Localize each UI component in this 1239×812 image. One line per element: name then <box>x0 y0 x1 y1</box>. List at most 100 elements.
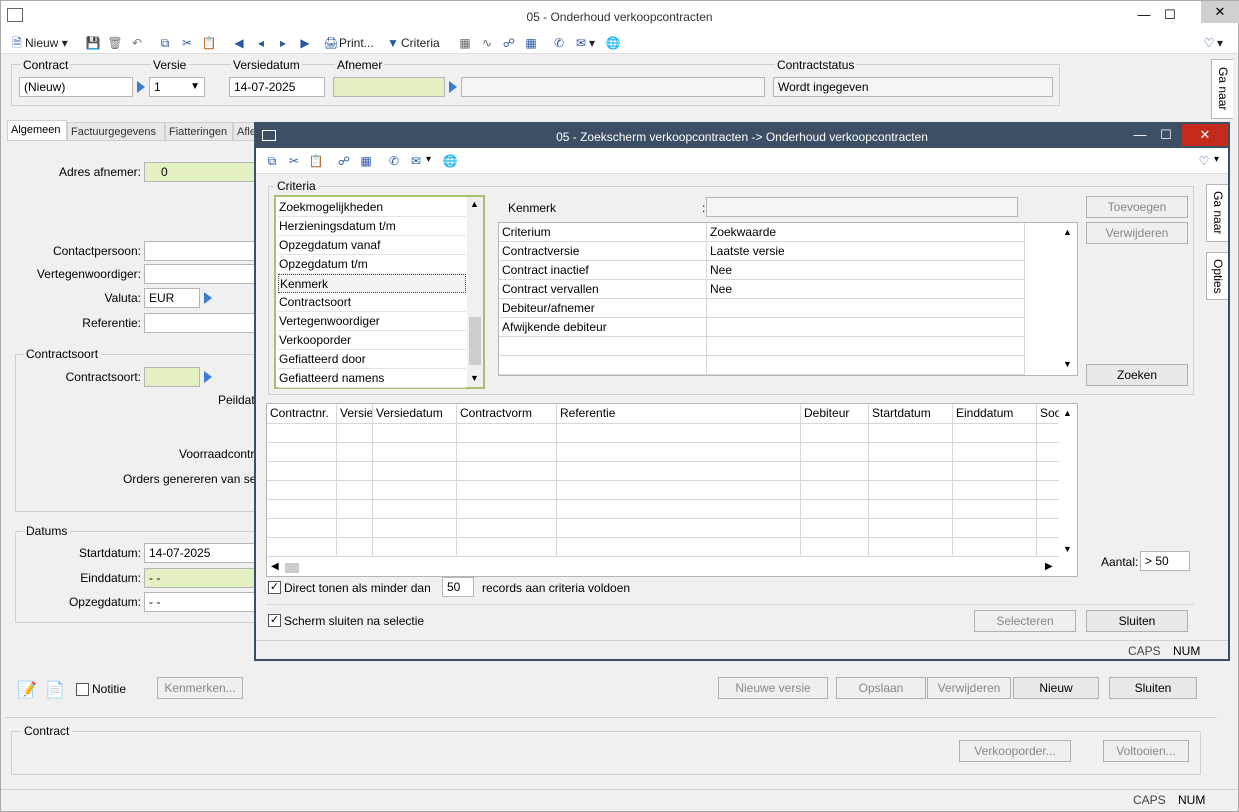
versie-select[interactable]: 1 ▼ <box>149 77 205 97</box>
criteria-list-item[interactable]: Verkooporder <box>278 331 466 350</box>
results-table-cell[interactable] <box>337 538 373 557</box>
results-table-cell[interactable] <box>953 538 1037 557</box>
results-table-cell[interactable] <box>337 519 373 538</box>
results-table-cell[interactable] <box>801 443 869 462</box>
results-table-cell[interactable] <box>801 519 869 538</box>
mail-button[interactable]: ✉ ▾ <box>573 34 595 52</box>
binoculars-button[interactable]: ☍ <box>501 34 517 52</box>
scroll-up-icon[interactable]: ▲ <box>470 199 479 209</box>
excel-button[interactable]: ▦ <box>457 34 473 52</box>
results-table-cell[interactable] <box>801 538 869 557</box>
einddatum-field[interactable]: - - <box>144 568 256 588</box>
kenmerk-field[interactable] <box>706 197 1018 217</box>
criteria-table-cell[interactable] <box>499 356 707 375</box>
save-toolbar-button[interactable]: 💾 <box>85 34 101 52</box>
criteria-list-item[interactable]: Vertegenwoordiger <box>278 312 466 331</box>
results-table-cell[interactable] <box>457 500 557 519</box>
tab-algemeen[interactable]: Algemeen <box>7 120 67 140</box>
dialog-side-tab-ga-naar[interactable]: Ga naar <box>1206 184 1228 242</box>
scherm-sluiten-checkbox[interactable]: ✓ <box>268 614 281 627</box>
results-table-cell[interactable] <box>801 462 869 481</box>
startdatum-field[interactable]: 14-07-2025 <box>144 543 256 563</box>
criteria-table-cell[interactable]: Contractversie <box>499 242 707 261</box>
grid-button[interactable]: ▦ <box>523 34 539 52</box>
contract-field[interactable]: (Nieuw) <box>19 77 133 97</box>
versiedatum-field[interactable]: 14-07-2025 <box>229 77 325 97</box>
scroll-down-icon[interactable]: ▼ <box>1063 359 1072 369</box>
results-table-cell[interactable] <box>267 424 337 443</box>
results-table-cell[interactable] <box>557 443 801 462</box>
nieuw-button[interactable]: Nieuw <box>1013 677 1099 699</box>
contactpersoon-field[interactable] <box>144 241 256 261</box>
criteria-table-cell[interactable] <box>707 337 1025 356</box>
criteria-table-cell[interactable]: Nee <box>707 261 1025 280</box>
results-table-cell[interactable] <box>337 462 373 481</box>
results-table-cell[interactable] <box>953 481 1037 500</box>
phone-icon[interactable]: ✆ <box>386 153 402 169</box>
results-column-header[interactable]: Soo <box>1037 404 1061 424</box>
results-table-cell[interactable] <box>869 519 953 538</box>
vertegenwoordiger-field[interactable] <box>144 264 256 284</box>
criteria-button[interactable]: ▼ Criteria <box>385 34 440 52</box>
referentie-field[interactable] <box>144 313 256 333</box>
results-table-cell[interactable] <box>457 462 557 481</box>
favorites-dropdown-icon[interactable]: ▾ <box>1214 154 1219 165</box>
scroll-thumb[interactable] <box>285 563 299 573</box>
results-column-header[interactable]: Contractnr. <box>267 404 337 424</box>
results-table-cell[interactable] <box>267 500 337 519</box>
criteria-list-item[interactable]: Opzegdatum vanaf <box>278 236 466 255</box>
criteria-table-cell[interactable] <box>707 356 1025 375</box>
results-table-cell[interactable] <box>337 424 373 443</box>
results-table-cell[interactable] <box>557 462 801 481</box>
criteria-list-item[interactable]: Zoekmogelijkheden <box>278 198 466 217</box>
criteria-list-scrollbar[interactable]: ▲ ▼ <box>467 197 483 387</box>
valuta-lookup-arrow-icon[interactable] <box>204 292 212 304</box>
results-table-cell[interactable] <box>557 481 801 500</box>
opzegdatum-field[interactable]: - - <box>144 592 256 612</box>
paste-button[interactable]: 📋 <box>201 34 217 52</box>
direct-tonen-checkbox[interactable]: ✓ <box>268 581 281 594</box>
criteria-table-cell[interactable]: Afwijkende debiteur <box>499 318 707 337</box>
results-table-cell[interactable] <box>1037 462 1061 481</box>
first-record-button[interactable]: ◀ <box>231 34 247 52</box>
results-table-cell[interactable] <box>953 462 1037 481</box>
results-table-cell[interactable] <box>267 538 337 557</box>
results-table-cell[interactable] <box>801 424 869 443</box>
results-table-cell[interactable] <box>1037 500 1061 519</box>
side-tab-ga-naar[interactable]: Ga naar <box>1211 59 1233 119</box>
sluiten-button[interactable]: Sluiten <box>1109 677 1197 699</box>
criteria-list-item[interactable]: Herzieningsdatum t/m <box>278 217 466 236</box>
dialog-side-tab-opties[interactable]: Opties <box>1206 252 1228 300</box>
results-table-cell[interactable] <box>557 519 801 538</box>
criteria-table-cell[interactable]: Contract inactief <box>499 261 707 280</box>
results-table-cell[interactable] <box>557 500 801 519</box>
results-table-cell[interactable] <box>457 538 557 557</box>
mail-icon[interactable]: ✉ <box>408 153 424 169</box>
results-table-cell[interactable] <box>457 443 557 462</box>
criteria-list-item[interactable]: Opzegdatum t/m <box>278 255 466 274</box>
results-table-cell[interactable] <box>373 481 457 500</box>
print-button[interactable]: 🖨Print... <box>323 34 373 52</box>
results-table-cell[interactable] <box>1037 538 1061 557</box>
results-table-cell[interactable] <box>953 443 1037 462</box>
dialog-sluiten-button[interactable]: Sluiten <box>1086 610 1188 632</box>
grid-icon[interactable]: ▦ <box>358 153 374 169</box>
results-table-cell[interactable] <box>337 481 373 500</box>
zoeken-button[interactable]: Zoeken <box>1086 364 1188 386</box>
results-table-cell[interactable] <box>953 500 1037 519</box>
dialog-close-button[interactable]: ✕ <box>1182 124 1228 146</box>
contractsoort-field[interactable] <box>144 367 200 387</box>
results-table-cell[interactable] <box>869 424 953 443</box>
criteria-table-cell[interactable] <box>707 299 1025 318</box>
results-column-header[interactable]: Startdatum <box>869 404 953 424</box>
afnemer-lookup-arrow-icon[interactable] <box>449 81 457 93</box>
scissors-icon[interactable]: ✂ <box>286 153 302 169</box>
criteria-table-cell[interactable] <box>707 318 1025 337</box>
direct-tonen-field[interactable]: 50 <box>442 577 474 597</box>
results-table-cell[interactable] <box>373 424 457 443</box>
adres-afnemer-field[interactable]: 0 <box>144 162 256 182</box>
results-table-cell[interactable] <box>869 538 953 557</box>
criteria-list-item[interactable]: Gefiatteerd door <box>278 350 466 369</box>
results-column-header[interactable]: Referentie <box>557 404 801 424</box>
criteria-verwijderen-button[interactable]: Verwijderen <box>1086 222 1188 244</box>
